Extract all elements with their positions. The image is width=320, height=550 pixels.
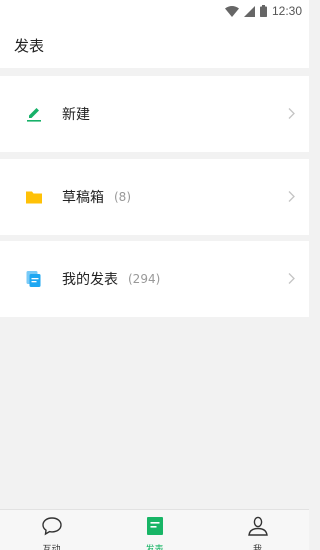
- menu-item-new[interactable]: 新建: [0, 76, 309, 152]
- tab-label: 发表: [145, 545, 164, 550]
- tab-me[interactable]: 我: [206, 510, 309, 550]
- tab-interact[interactable]: 互动: [0, 510, 103, 550]
- chevron-right-icon: [288, 270, 295, 289]
- battery-icon: [259, 5, 267, 17]
- app-header: 发表: [0, 22, 309, 68]
- status-bar: 12:30: [0, 0, 309, 22]
- document-icon: [146, 516, 164, 540]
- menu-item-label: 新建: [62, 107, 90, 123]
- documents-icon: [25, 270, 43, 288]
- menu-item-text: 草稿箱 (8): [62, 187, 131, 207]
- clock-time: 12:30: [271, 4, 302, 18]
- menu-item-my-posts[interactable]: 我的发表 (294): [0, 241, 309, 317]
- tab-label: 我: [252, 545, 262, 550]
- wifi-icon: [224, 5, 239, 17]
- menu-item-count: (294): [128, 272, 161, 286]
- menu-item-text: 新建: [62, 104, 90, 124]
- menu-item-text: 我的发表 (294): [62, 269, 160, 289]
- pen-icon: [25, 105, 43, 123]
- page-title: 发表: [14, 36, 45, 55]
- menu-item-label: 我的发表: [62, 272, 118, 288]
- menu-item-count: (8): [114, 190, 131, 204]
- menu-item-drafts[interactable]: 草稿箱 (8): [0, 159, 309, 235]
- chat-bubble-icon: [41, 516, 63, 540]
- tab-publish[interactable]: 发表: [103, 510, 206, 550]
- screen: 12:30 发表 新建 草稿箱 (8) 我的发表 (294) 互动 发表 我: [0, 0, 309, 550]
- menu-item-label: 草稿箱: [62, 190, 104, 206]
- tab-label: 互动: [42, 545, 61, 550]
- person-icon: [247, 516, 269, 540]
- bottom-tab-bar: 互动 发表 我: [0, 509, 309, 550]
- signal-icon: [243, 5, 255, 17]
- chevron-right-icon: [288, 105, 295, 124]
- folder-icon: [25, 188, 43, 206]
- chevron-right-icon: [288, 188, 295, 207]
